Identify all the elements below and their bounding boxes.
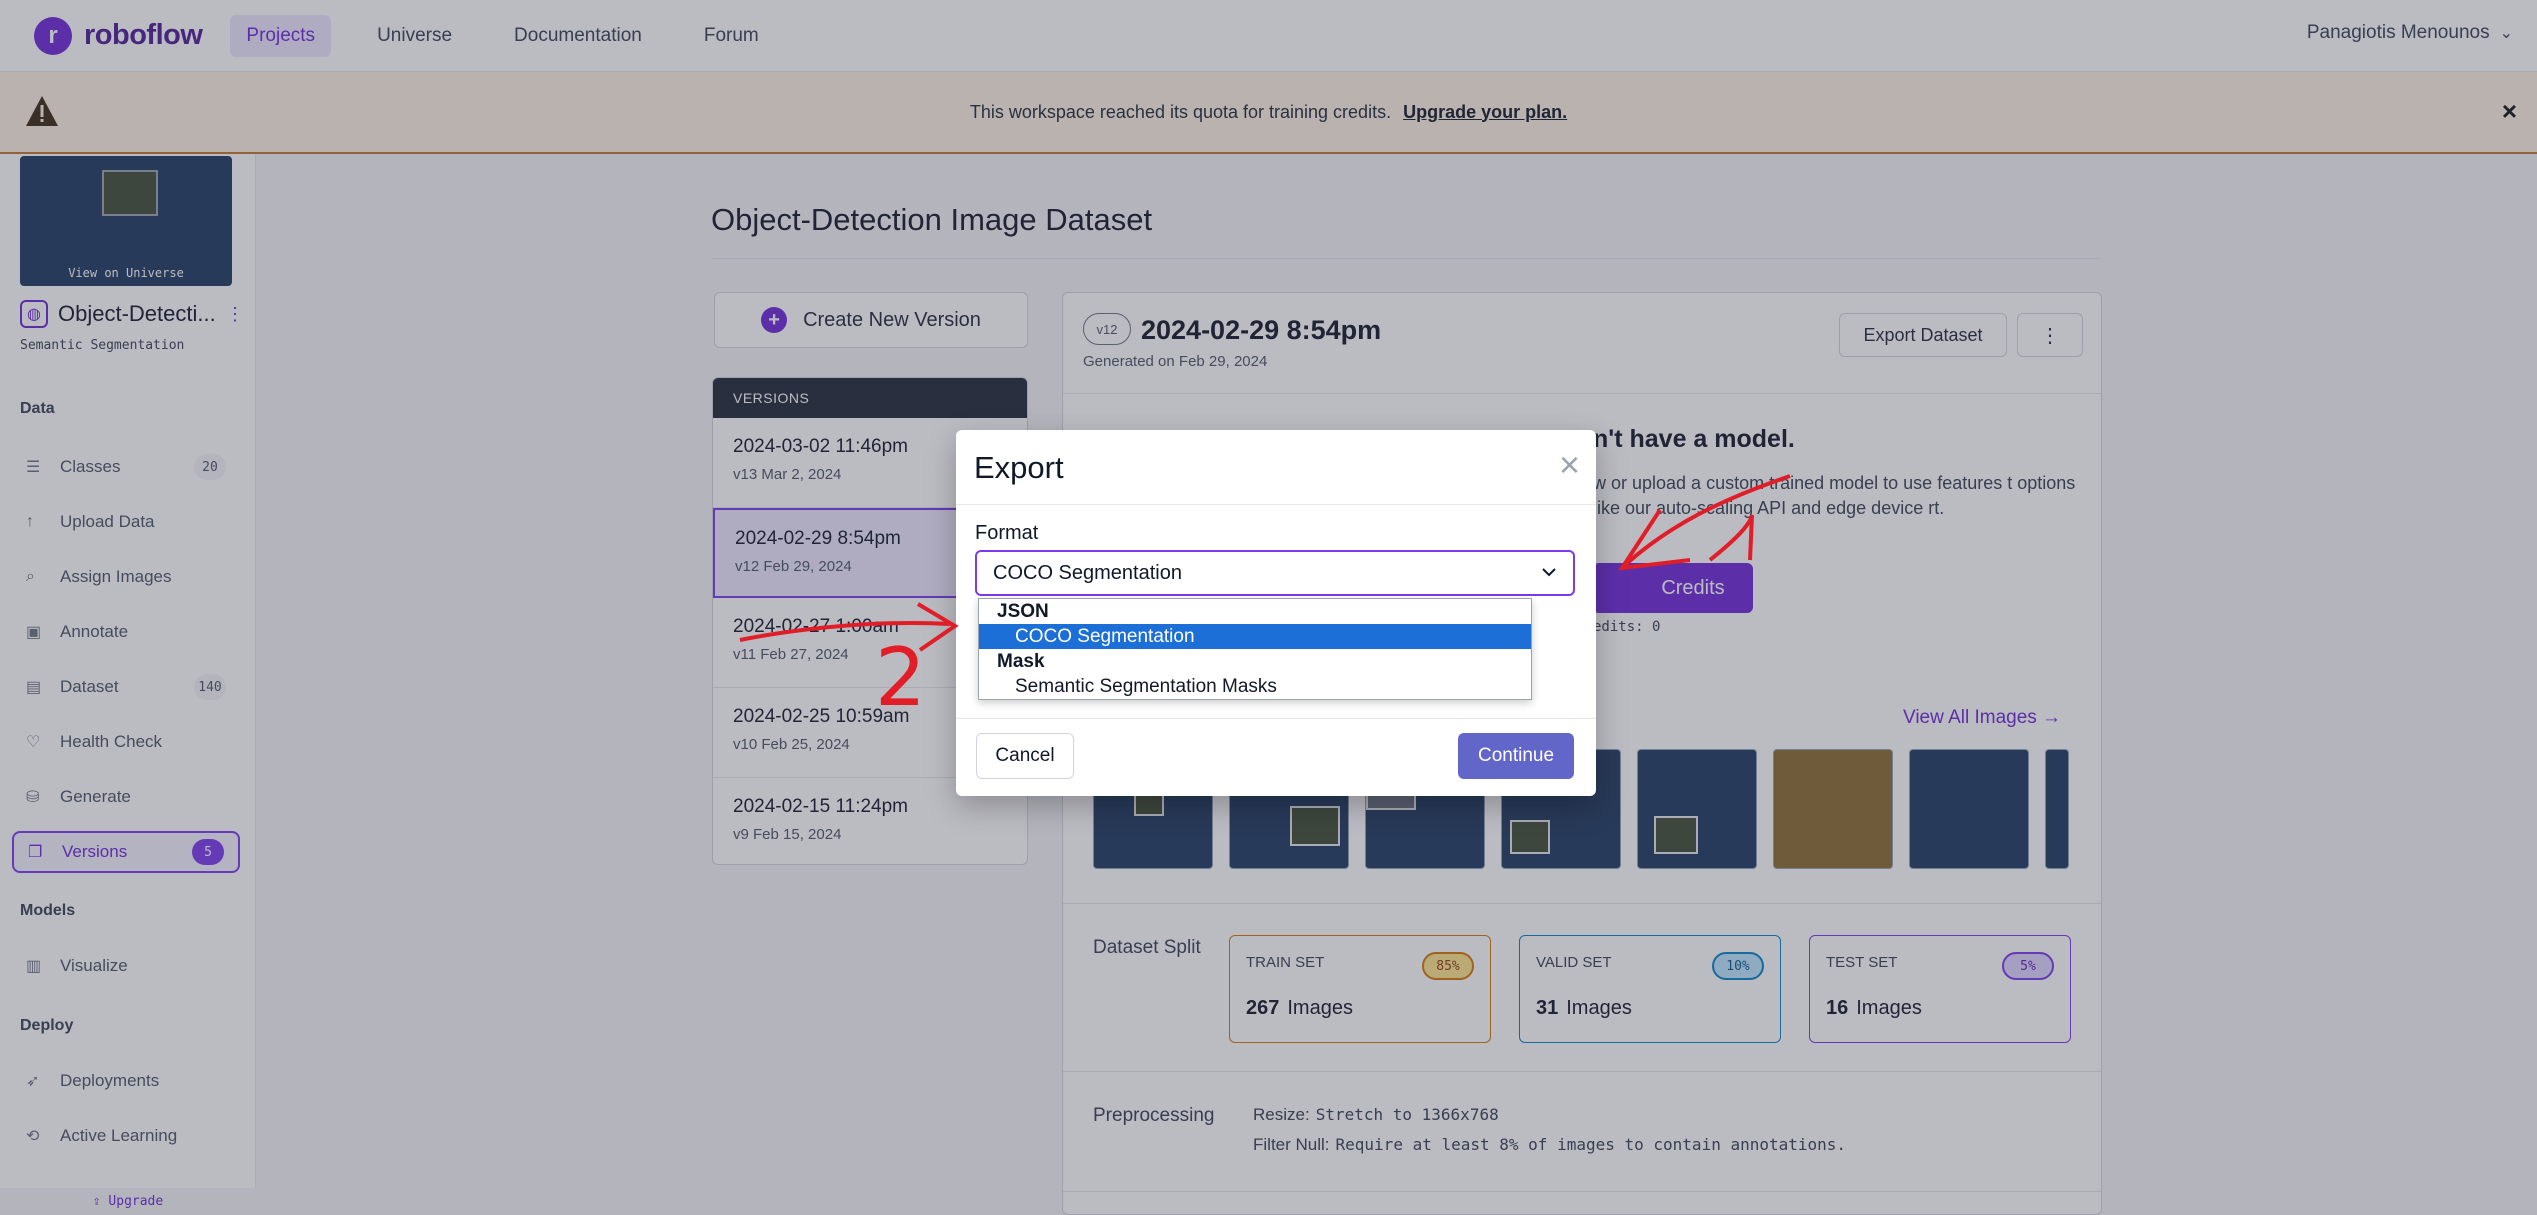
export-modal: Export × Format COCO Segmentation JSON C… [956,430,1596,796]
close-icon[interactable]: × [1559,444,1580,486]
option-group-json: JSON [997,601,1049,622]
format-select[interactable]: COCO Segmentation [975,550,1575,596]
divider [956,504,1596,505]
format-dropdown: JSON COCO Segmentation Mask Semantic Seg… [978,598,1532,700]
format-label: Format [975,522,1039,544]
option-group-mask: Mask [997,651,1045,672]
continue-button[interactable]: Continue [1458,733,1574,779]
chevron-down-icon [1542,568,1556,577]
divider [956,718,1596,719]
option-semantic-segmentation-masks[interactable]: Semantic Segmentation Masks [979,674,1531,699]
option-coco-segmentation[interactable]: COCO Segmentation [979,624,1531,649]
modal-title: Export [974,450,1064,485]
cancel-button[interactable]: Cancel [976,733,1074,779]
selected-format: COCO Segmentation [993,561,1182,584]
